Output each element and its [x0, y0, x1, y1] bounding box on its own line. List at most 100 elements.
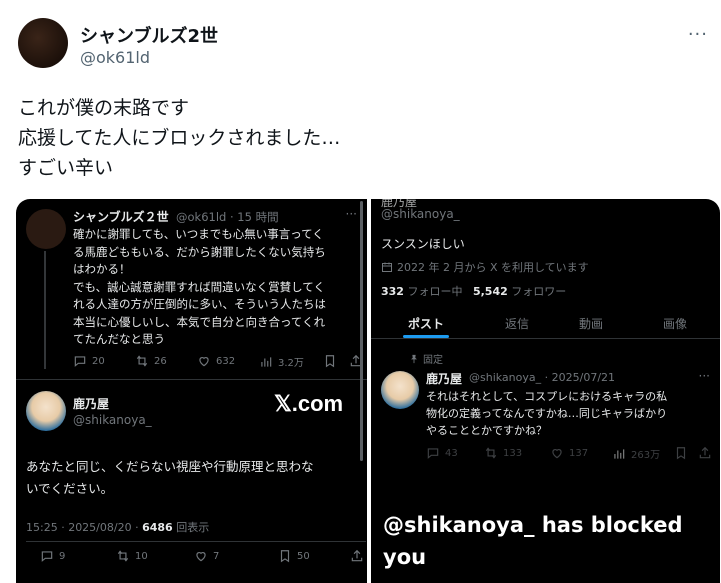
blocked-notice-line: you	[383, 545, 427, 569]
share-icon	[698, 446, 712, 460]
comment-icon	[41, 551, 53, 562]
tab-videos: 動画	[579, 317, 604, 331]
followers-count: 5,542	[472, 285, 508, 298]
pinned-post-meta: @shikanoya_ · 2025/07/21	[469, 371, 616, 384]
original-author-handle: @shikanoya_	[73, 413, 152, 427]
reply-count-label: 20	[92, 355, 105, 367]
post-line: 応援してた人にブロックされました…	[18, 127, 341, 149]
pinned-post-avatar	[381, 371, 419, 409]
pinned-post-text: それはそれとして、コスプレにおけるキャラの私 物化の定義ってなんですかね…同じキ…	[426, 388, 716, 439]
reply-line: 確かに謝罪しても、いつまでも心無い事言ってく	[73, 227, 324, 241]
repost-icon	[136, 355, 148, 367]
original-timestamp: 15:25 · 2025/08/20 · 6486 回表示	[26, 519, 209, 535]
reply-line: 本当に心優しいし、本気で自分と向き合ってくれ	[73, 314, 326, 329]
reply-line: てたんだなと思う	[73, 332, 165, 346]
profile-bio: スンスンほしい	[381, 237, 465, 251]
author-name[interactable]: シャンブルズ2世	[80, 22, 218, 48]
pinned-post-action-bar: 43 133 137 263万	[426, 446, 716, 462]
media-left-screenshot[interactable]: シャンブルズ２世 @ok61ld · 15 時間 ··· 確かに謝罪しても、いつ…	[16, 199, 367, 583]
views-label: 回表示	[172, 521, 210, 534]
repost-icon	[485, 447, 497, 459]
calendar-icon	[382, 262, 392, 272]
reply-count-label: 9	[59, 550, 66, 562]
like-count: 7	[194, 549, 219, 563]
tab-posts: ポスト	[408, 317, 445, 331]
heart-icon	[199, 357, 209, 367]
like-count-label: 632	[216, 355, 236, 367]
view-count-label: 3.2万	[278, 358, 304, 369]
tab-replies: 返信	[505, 317, 530, 331]
more-options-icon: ···	[345, 207, 357, 221]
original-line: いでください。	[26, 481, 114, 496]
share-icon	[350, 549, 364, 563]
original-action-bar: 9 10 7 50	[26, 549, 364, 565]
original-text: あなたと同じ、くだらない視座や行動原理と思わな いでください。	[26, 456, 361, 500]
repost-count-label: 10	[135, 550, 148, 562]
blocked-notice-line: @shikanoya_ has blocked	[383, 513, 683, 537]
reply-line: る馬鹿どももいる、だから謝罪したくない気持ち	[73, 244, 326, 259]
pin-icon	[411, 354, 417, 363]
like-count-label: 137	[569, 447, 589, 459]
profile-handle: @shikanoya_	[381, 207, 460, 221]
reply-count: 43	[426, 446, 458, 460]
reply-count-label: 43	[445, 447, 458, 459]
view-count: 3.2万	[259, 354, 304, 369]
divider	[26, 541, 366, 542]
reply-line: でも、誠心誠意謝罪すれば間違いなく賞賛してく	[73, 279, 325, 294]
repost-count: 133	[484, 446, 522, 460]
repost-count-label: 26	[154, 355, 167, 367]
repost-icon	[117, 550, 129, 562]
more-options-icon: ···	[698, 369, 710, 383]
reply-text: 確かに謝罪しても、いつまでも心無い事言ってく る馬鹿どももいる、だから謝罪したく…	[73, 226, 363, 349]
pinned-indicator: 固定	[409, 351, 443, 366]
pinned-line: それはそれとして、コスプレにおけるキャラの私	[426, 390, 668, 403]
attached-media[interactable]: シャンブルズ２世 @ok61ld · 15 時間 ··· 確かに謝罪しても、いつ…	[16, 199, 720, 583]
profile-joined: 2022 年 2 月から X を利用しています	[381, 259, 589, 275]
post-header: シャンブルズ2世 @ok61ld ···	[18, 18, 708, 74]
bookmark-count: 50	[278, 549, 310, 563]
pinned-post-author: 鹿乃屋	[426, 372, 463, 386]
reply-line: はわかる！	[73, 262, 131, 276]
bookmark-icon	[280, 550, 290, 563]
repost-count: 26	[135, 354, 167, 368]
post-line: すごい辛い	[18, 157, 114, 179]
author-avatar[interactable]	[18, 18, 68, 68]
original-author-name: 鹿乃屋	[73, 397, 110, 411]
x-com-watermark: 𝕏.com	[274, 391, 344, 416]
thread-line	[44, 251, 46, 369]
analytics-icon	[614, 448, 625, 459]
like-count-label: 7	[213, 550, 220, 562]
media-right-screenshot[interactable]: 鹿乃屋 @shikanoya_ スンスンほしい 2022 年 2 月から X を…	[371, 199, 720, 583]
joined-text: 2022 年 2 月から X を利用しています	[397, 261, 589, 274]
pinned-line: やることとかですかね？	[426, 424, 547, 437]
original-avatar	[26, 391, 66, 431]
followers-label: フォロワー	[507, 285, 567, 298]
pinned-label: 固定	[423, 355, 443, 366]
tab-images: 画像	[663, 317, 688, 331]
comment-icon	[74, 356, 86, 367]
post-text: これが僕の末路です 応援してた人にブロックされました… すごい辛い	[18, 93, 698, 183]
heart-icon	[552, 449, 562, 459]
active-tab-indicator	[403, 335, 449, 338]
view-count: 263万	[612, 446, 660, 461]
original-line: あなたと同じ、くだらない視座や行動原理と思わな	[26, 459, 314, 474]
reply-line: れる人達の方が圧倒的に多い、そういう人たちは	[73, 297, 326, 311]
like-count: 137	[550, 446, 588, 460]
comment-icon	[427, 448, 439, 459]
post-line: これが僕の末路です	[18, 97, 190, 119]
reply-meta: @ok61ld · 15 時間	[176, 210, 279, 224]
reply-count: 9	[40, 549, 65, 563]
profile-follow-stats: 332 フォロー中 5,542 フォロワー	[381, 283, 566, 299]
author-handle[interactable]: @ok61ld	[80, 48, 150, 67]
timestamp-text: 15:25 · 2025/08/20 ·	[26, 521, 143, 534]
view-count-label: 263万	[631, 450, 661, 461]
analytics-icon	[261, 356, 272, 367]
reply-action-bar: 20 26 632 3.2万	[73, 354, 363, 370]
reply-author-name: シャンブルズ２世	[73, 210, 169, 224]
divider	[16, 379, 367, 380]
blocked-notice: @shikanoya_ has blocked you	[383, 509, 683, 573]
bookmark-icon	[674, 446, 688, 460]
like-count: 632	[197, 354, 235, 368]
more-options-icon[interactable]: ···	[688, 24, 708, 45]
bookmark-count-label: 50	[297, 550, 310, 562]
